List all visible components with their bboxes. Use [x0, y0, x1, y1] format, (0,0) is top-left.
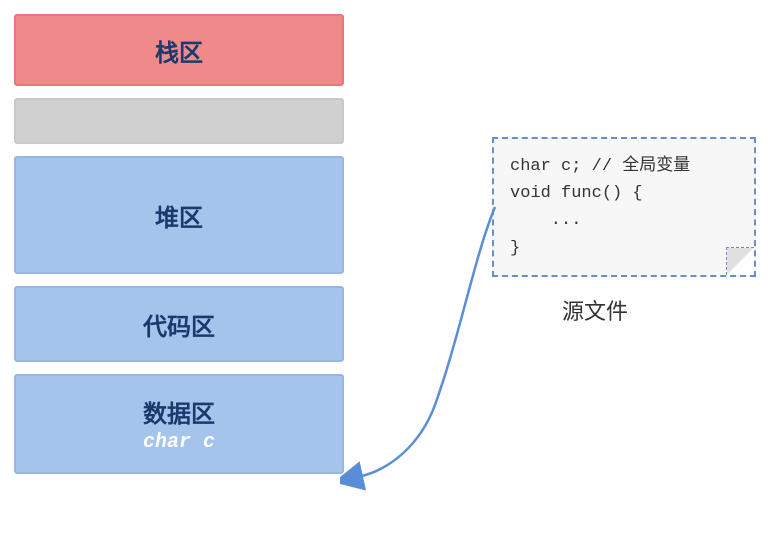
data-variable: char c [143, 431, 215, 454]
heap-region-block: 堆区 [14, 156, 344, 274]
data-label: 数据区 [143, 394, 215, 429]
source-caption: 源文件 [562, 294, 628, 326]
code-line-3: void func() { [510, 180, 738, 207]
empty-region-block [14, 98, 344, 144]
memory-layout-stack: 栈区 堆区 代码区 数据区 char c [14, 14, 344, 486]
code-label: 代码区 [143, 307, 215, 342]
source-code-panel: char c; // 全局变量 void func() { ... } [492, 137, 756, 277]
code-region-block: 代码区 [14, 286, 344, 362]
stack-label: 栈区 [155, 33, 203, 68]
code-line-1: char c; // 全局变量 [510, 153, 738, 180]
data-region-block: 数据区 char c [14, 374, 344, 474]
page-fold-icon [726, 247, 754, 275]
stack-region-block: 栈区 [14, 14, 344, 86]
heap-label: 堆区 [155, 198, 203, 233]
code-line-5: } [510, 235, 738, 262]
code-line-4: ... [510, 207, 738, 234]
